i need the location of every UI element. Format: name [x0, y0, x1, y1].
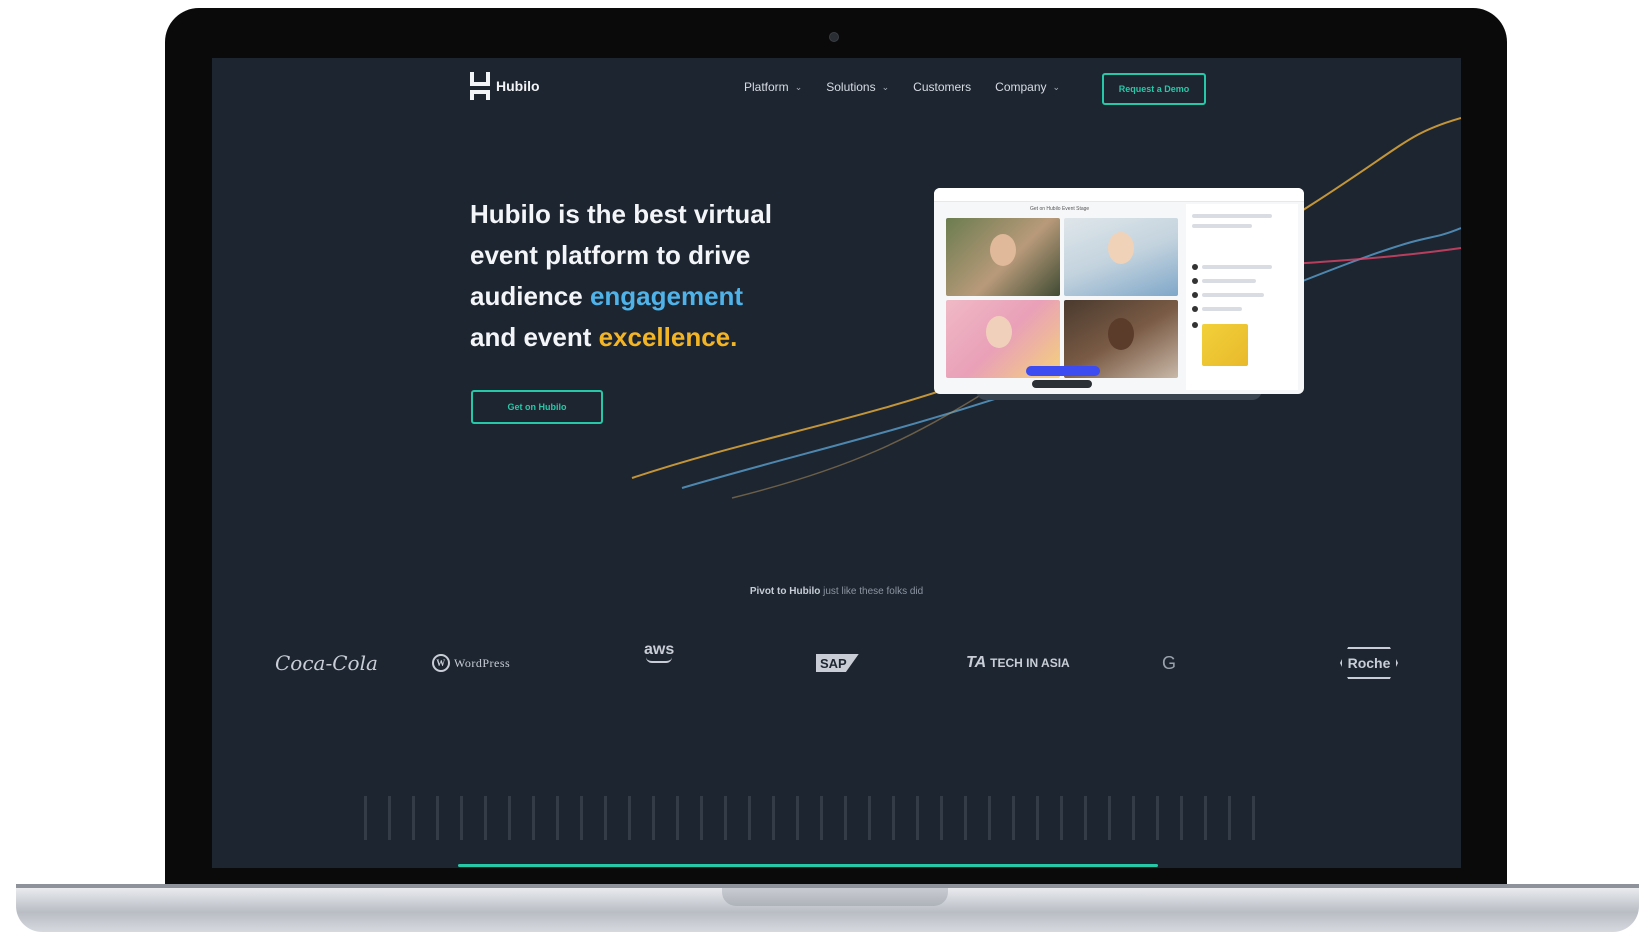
- hero-line-4-prefix: and event: [470, 322, 599, 352]
- social-proof-bold: Pivot to Hubilo: [749, 586, 821, 597]
- hubilo-logo-icon: [470, 72, 490, 100]
- tech-in-asia-icon: TA: [966, 654, 987, 671]
- mockup-title: Get on Hubilo Event Stage: [1030, 206, 1090, 212]
- accent-underline: [458, 864, 1158, 867]
- video-tile: [946, 218, 1060, 296]
- shared-image: [1202, 324, 1248, 366]
- logo-sap: SAP: [816, 654, 859, 672]
- hero-line-4: and event excellence.: [470, 317, 830, 358]
- product-mockup: Get on Hubilo Event Stage: [934, 188, 1304, 394]
- hero-headline: Hubilo is the best virtual event platfor…: [470, 194, 830, 358]
- menu-item-label: Company: [995, 80, 1047, 94]
- logo-roche: Roche: [1340, 647, 1398, 679]
- logo-wordpress-text: WordPress: [454, 655, 511, 670]
- chevron-down-icon: ⌄: [1052, 81, 1061, 92]
- customer-logos: Coca-Cola W WordPress aws SAP TA TECH IN…: [212, 641, 1461, 683]
- brand-name: Hubilo: [496, 78, 540, 94]
- hero-highlight-engagement: engagement: [589, 281, 744, 311]
- menu-item-company[interactable]: Company ⌄: [995, 80, 1060, 94]
- chat-sidebar: [1186, 204, 1298, 390]
- meeting-controls: [1026, 366, 1100, 376]
- get-on-hubilo-button[interactable]: Get on Hubilo: [471, 390, 603, 424]
- menu-item-label: Customers: [913, 80, 972, 94]
- top-navigation: Hubilo Platform ⌄ Solutions ⌄ Customers …: [212, 58, 1461, 118]
- menu-item-solutions[interactable]: Solutions ⌄: [826, 80, 889, 94]
- aws-smile-icon: [646, 657, 673, 663]
- logo-tech-in-asia-text: TECH IN ASIA: [990, 656, 1070, 670]
- browser-screen: Hubilo Platform ⌄ Solutions ⌄ Customers …: [212, 58, 1461, 868]
- social-proof-rest: just like these folks did: [820, 586, 924, 597]
- chevron-down-icon: ⌄: [881, 81, 890, 92]
- hero-line-2: event platform to drive: [470, 240, 751, 270]
- camera-icon: [829, 32, 839, 42]
- laptop-frame: Hubilo Platform ⌄ Solutions ⌄ Customers …: [0, 0, 1639, 932]
- video-tile: [1064, 218, 1178, 296]
- logo-aws: aws: [644, 641, 675, 683]
- meeting-controls-secondary: [1032, 380, 1092, 388]
- hero-highlight-excellence: excellence.: [598, 322, 738, 352]
- hero-line-3-prefix: audience: [470, 281, 590, 311]
- faded-logo-strip: [364, 796, 1274, 840]
- laptop-notch: [722, 888, 948, 906]
- logo-wordpress: W WordPress: [432, 643, 510, 683]
- brand-logo[interactable]: Hubilo: [470, 72, 540, 100]
- request-demo-button[interactable]: Request a Demo: [1102, 73, 1206, 105]
- social-proof-text: Pivot to Hubilo just like these folks di…: [212, 586, 1461, 597]
- main-menu: Platform ⌄ Solutions ⌄ Customers Company…: [744, 80, 1060, 94]
- menu-item-label: Platform: [744, 80, 789, 94]
- hero-line-3: audience engagement: [470, 276, 830, 317]
- logo-coca-cola: Coca-Cola: [275, 651, 378, 675]
- wordpress-logo-icon: W: [432, 654, 450, 672]
- logo-g-text: G: [1162, 652, 1177, 673]
- chevron-down-icon: ⌄: [794, 81, 803, 92]
- hero-line-1: Hubilo is the best virtual: [470, 199, 772, 229]
- logo-aws-text: aws: [644, 641, 675, 658]
- menu-item-label: Solutions: [826, 80, 876, 94]
- mockup-toolbar: [934, 188, 1304, 202]
- decorative-lines: [631, 117, 1461, 499]
- logo-g: G: [1162, 643, 1176, 683]
- menu-item-customers[interactable]: Customers: [913, 80, 971, 94]
- logo-tech-in-asia: TA TECH IN ASIA: [966, 643, 1070, 683]
- menu-item-platform[interactable]: Platform ⌄: [744, 80, 802, 94]
